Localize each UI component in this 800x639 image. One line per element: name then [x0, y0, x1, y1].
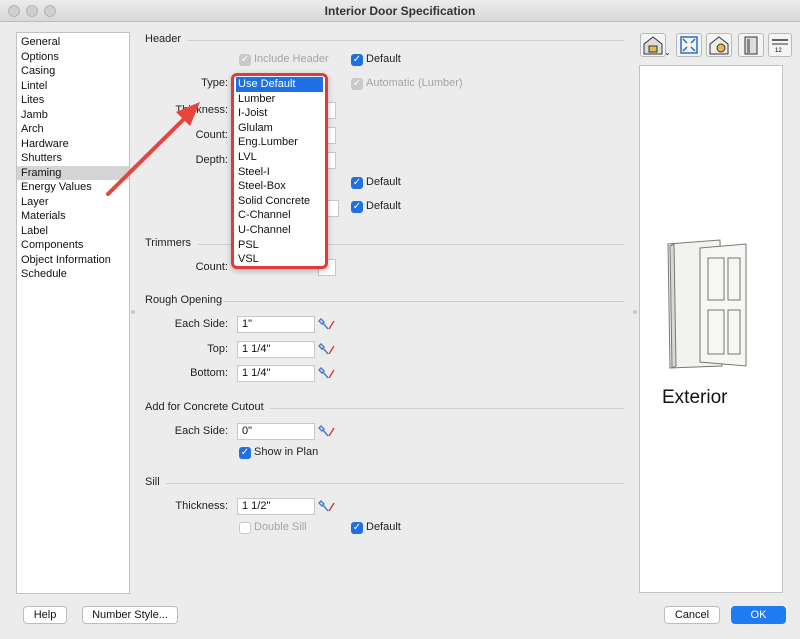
sidebar-item-label[interactable]: Label	[17, 224, 129, 239]
double-sill-label: Double Sill	[254, 521, 307, 533]
sidebar-item-schedule[interactable]: Schedule	[17, 267, 129, 282]
cancel-button[interactable]: Cancel	[664, 606, 720, 624]
show-in-plan-checkbox[interactable]: ✓	[239, 447, 251, 459]
header-divider	[188, 40, 624, 41]
header-section-title: Header	[145, 33, 182, 45]
wrench-icon[interactable]	[318, 366, 336, 381]
cc-each-side-input[interactable]: 0"	[237, 423, 315, 440]
sill-thickness-label: Thickness:	[175, 500, 228, 512]
ro-bottom-input[interactable]: 1 1/4"	[237, 365, 315, 382]
depth-default-checkbox[interactable]: ✓	[351, 177, 363, 189]
type-option-psl[interactable]: PSL	[236, 238, 323, 253]
header-default-checkbox[interactable]: ✓	[351, 54, 363, 66]
annotation-arrow	[106, 102, 200, 196]
type-option-eng-lumber[interactable]: Eng.Lumber	[236, 135, 323, 150]
type-dropdown-list[interactable]: Use Default Lumber I-Joist Glulam Eng.Lumber…	[231, 73, 328, 269]
wrench-icon[interactable]	[318, 499, 336, 514]
automatic-checkbox[interactable]: ✓	[351, 78, 363, 90]
rough-opening-section-title: Rough Opening	[145, 294, 223, 306]
number-style-button[interactable]: Number Style...	[82, 606, 178, 624]
splitter-handle-right[interactable]	[633, 310, 637, 314]
depth-default-label: Default	[366, 176, 401, 188]
sidebar-item-options[interactable]: Options	[17, 50, 129, 65]
svg-text:12: 12	[775, 48, 782, 54]
wrench-icon[interactable]	[318, 424, 336, 439]
dialog-body: General Options Casing Lintel Lites Jamb Arch H…	[0, 22, 800, 639]
sidebar-item-object-information[interactable]: Object Information	[17, 253, 129, 268]
ro-top-label: Top:	[207, 343, 228, 355]
door-preview-pane: Exterior	[639, 65, 783, 593]
trimmers-count-label: Count:	[195, 261, 228, 273]
ro-each-side-label: Each Side:	[174, 318, 228, 330]
rough-opening-divider	[224, 301, 624, 302]
header-default2-checkbox[interactable]: ✓	[351, 201, 363, 213]
header-default2-label: Default	[366, 200, 401, 212]
view-mode-icon[interactable]	[640, 33, 666, 57]
type-option-lvl[interactable]: LVL	[236, 150, 323, 165]
include-header-label: Include Header	[254, 53, 329, 65]
cc-each-side-label: Each Side:	[174, 425, 228, 437]
preview-label: Exterior	[662, 387, 728, 408]
type-option-vsl[interactable]: VSL	[236, 252, 323, 267]
double-sill-checkbox[interactable]	[239, 522, 251, 534]
type-option-c-channel[interactable]: C-Channel	[236, 208, 323, 223]
type-option-lumber[interactable]: Lumber	[236, 92, 323, 107]
sidebar-item-materials[interactable]: Materials	[17, 209, 129, 224]
show-in-plan-label: Show in Plan	[254, 446, 319, 458]
sidebar-item-components[interactable]: Components	[17, 238, 129, 253]
type-option-glulam[interactable]: Glulam	[236, 121, 323, 136]
ro-each-side-input[interactable]: 1"	[237, 316, 315, 333]
sidebar-item-casing[interactable]: Casing	[17, 64, 129, 79]
door-elevation-icon[interactable]	[738, 33, 764, 57]
sill-default-label: Default	[366, 521, 401, 533]
window-title: Interior Door Specification	[324, 4, 476, 18]
type-option-i-joist[interactable]: I-Joist	[236, 106, 323, 121]
zoom-window-button[interactable]	[44, 5, 56, 17]
ro-top-input[interactable]: 1 1/4"	[237, 341, 315, 358]
render-view-icon[interactable]	[706, 33, 732, 57]
dimension-icon[interactable]: 12	[768, 33, 792, 57]
wrench-icon[interactable]	[318, 317, 336, 332]
type-option-u-channel[interactable]: U-Channel	[236, 223, 323, 238]
minimize-window-button[interactable]	[26, 5, 38, 17]
include-header-checkbox[interactable]: ✓	[239, 54, 251, 66]
close-window-button[interactable]	[8, 5, 20, 17]
type-option-solid-concrete[interactable]: Solid Concrete	[236, 194, 323, 209]
sill-section-title: Sill	[145, 476, 160, 488]
chevron-down-icon[interactable]: ⌄	[664, 48, 671, 57]
header-default-label: Default	[366, 53, 401, 65]
ro-bottom-label: Bottom:	[190, 367, 228, 379]
title-bar: Interior Door Specification	[0, 0, 800, 22]
sill-thickness-input[interactable]: 1 1/2"	[237, 498, 315, 515]
wrench-icon[interactable]	[318, 342, 336, 357]
concrete-cutout-section-title: Add for Concrete Cutout	[145, 401, 264, 413]
trimmers-section-title: Trimmers	[145, 237, 192, 249]
help-button[interactable]: Help	[23, 606, 67, 624]
type-option-use-default[interactable]: Use Default	[236, 77, 323, 92]
type-option-steel-i[interactable]: Steel-I	[236, 165, 323, 180]
automatic-label: Automatic (Lumber)	[366, 77, 463, 89]
splitter-handle[interactable]	[131, 310, 135, 314]
type-option-steel-box[interactable]: Steel-Box	[236, 179, 323, 194]
door-preview-image	[667, 239, 747, 369]
sidebar-item-general[interactable]: General	[17, 35, 129, 50]
concrete-cutout-divider	[270, 408, 624, 409]
sill-divider	[166, 483, 624, 484]
sill-default-checkbox[interactable]: ✓	[351, 522, 363, 534]
fill-window-icon[interactable]	[676, 33, 702, 57]
ok-button[interactable]: OK	[731, 606, 786, 624]
